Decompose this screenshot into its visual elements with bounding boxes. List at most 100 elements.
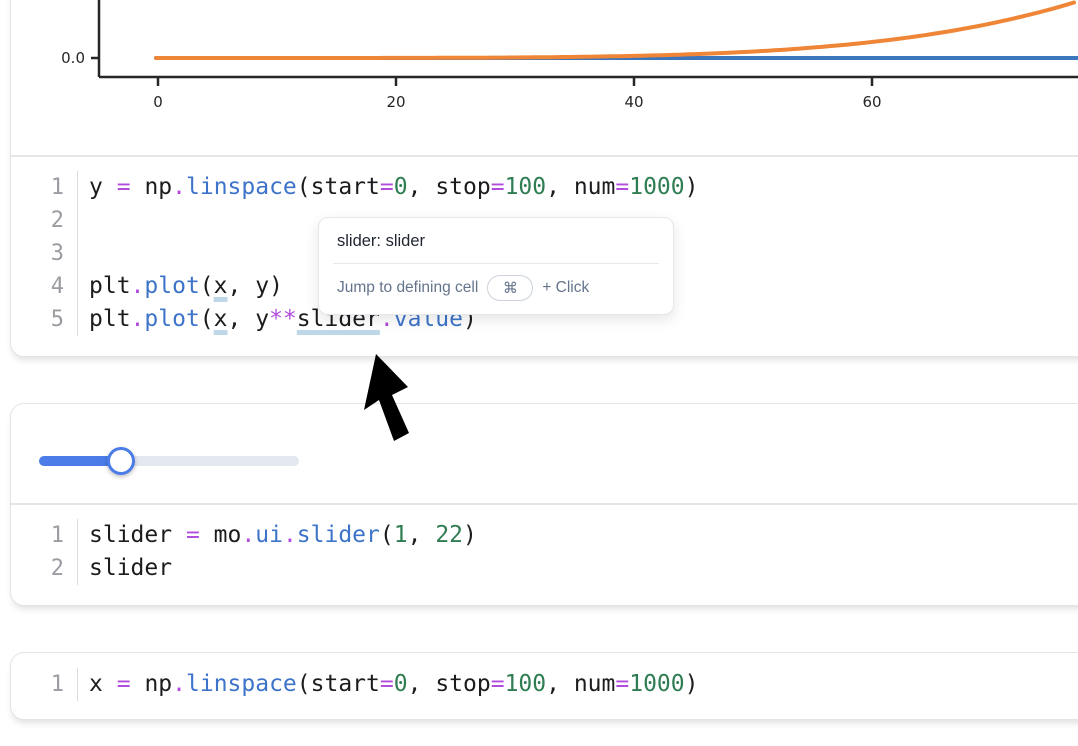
code-text[interactable] xyxy=(78,204,89,237)
code-token xyxy=(131,174,145,200)
code-token xyxy=(131,671,145,697)
plot-output: 0.0 0 20 40 60 xyxy=(11,0,1078,155)
code-token: plot xyxy=(144,273,199,299)
command-key-badge: ⌘ xyxy=(487,275,533,301)
code-token xyxy=(172,522,186,548)
x-tick-label: 20 xyxy=(386,93,405,111)
code-token xyxy=(200,522,214,548)
code-token: . xyxy=(172,671,186,697)
cell-slider: 1slider = mo.ui.slider(1, 22)2slider xyxy=(10,403,1078,606)
code-token: = xyxy=(491,671,505,697)
code-token: 0 xyxy=(394,671,408,697)
cell-x: 1x = np.linspace(start=0, stop=100, num=… xyxy=(10,652,1078,720)
code-token: , xyxy=(228,306,256,332)
line-number: 1 xyxy=(11,171,78,204)
code-token: 0 xyxy=(394,174,408,200)
code-token: start xyxy=(311,671,380,697)
code-token: slider xyxy=(89,522,172,548)
code-token: np xyxy=(144,671,172,697)
reactive-ref[interactable]: x xyxy=(214,306,228,332)
code-token xyxy=(103,671,117,697)
code-token: slider xyxy=(297,522,380,548)
line-number: 2 xyxy=(11,204,78,237)
code-line[interactable]: 1y = np.linspace(start=0, stop=100, num=… xyxy=(11,171,1078,204)
code-token: ) xyxy=(685,174,699,200)
code-text[interactable]: y = np.linspace(start=0, stop=100, num=1… xyxy=(78,171,698,204)
code-token: . xyxy=(131,306,145,332)
code-text[interactable]: slider xyxy=(78,552,172,585)
code-token: ** xyxy=(269,306,297,332)
code-token: y xyxy=(255,306,269,332)
code-token: ( xyxy=(297,671,311,697)
code-text[interactable] xyxy=(78,237,89,270)
code-token: plt xyxy=(89,273,131,299)
code-token: 1000 xyxy=(629,671,684,697)
code-token: num xyxy=(574,174,616,200)
line-number: 5 xyxy=(11,303,78,336)
code-token: = xyxy=(380,671,394,697)
slider-output xyxy=(11,404,1078,503)
code-token: = xyxy=(186,522,200,548)
code-token: stop xyxy=(435,174,490,200)
x-tick-label: 60 xyxy=(862,93,881,111)
y-tick-label: 0.0 xyxy=(61,49,85,67)
mouse-cursor-icon xyxy=(360,352,430,447)
code-token: , xyxy=(546,174,574,200)
code-token: , xyxy=(546,671,574,697)
code-token: , xyxy=(408,174,436,200)
code-token: , xyxy=(408,671,436,697)
click-hint-label: + Click xyxy=(542,279,589,297)
tooltip-jump-hint: Jump to defining cell ⌘ + Click xyxy=(319,264,673,314)
series-line-orange xyxy=(156,3,1074,59)
code-token: ) xyxy=(269,273,283,299)
code-token: ( xyxy=(200,273,214,299)
code-token: 100 xyxy=(505,671,547,697)
code-token: . xyxy=(172,174,186,200)
code-token: 22 xyxy=(435,522,463,548)
code-text[interactable]: plt.plot(x, y) xyxy=(78,270,283,303)
code-token: . xyxy=(131,273,145,299)
slider-widget[interactable] xyxy=(39,456,299,466)
line-number: 4 xyxy=(11,270,78,303)
code-token: y xyxy=(89,174,103,200)
code-line[interactable]: 1slider = mo.ui.slider(1, 22) xyxy=(11,519,1078,552)
line-number: 1 xyxy=(11,519,78,552)
code-token: ui xyxy=(255,522,283,548)
code-token: . xyxy=(241,522,255,548)
code-token: mo xyxy=(214,522,242,548)
code-token xyxy=(103,174,117,200)
code-token: np xyxy=(144,174,172,200)
code-token: ( xyxy=(380,522,394,548)
code-editor-x[interactable]: 1x = np.linspace(start=0, stop=100, num=… xyxy=(11,653,1078,719)
code-token: = xyxy=(491,174,505,200)
slider-handle[interactable] xyxy=(107,447,135,475)
code-token: , xyxy=(228,273,256,299)
code-token: ) xyxy=(685,671,699,697)
x-tick-label: 0 xyxy=(153,93,163,111)
code-editor-slider[interactable]: 1slider = mo.ui.slider(1, 22)2slider xyxy=(11,505,1078,605)
variable-tooltip: slider: slider Jump to defining cell ⌘ +… xyxy=(318,217,674,315)
code-token: stop xyxy=(435,671,490,697)
code-token: 1 xyxy=(394,522,408,548)
code-token: = xyxy=(117,671,131,697)
code-token: ( xyxy=(297,174,311,200)
code-line[interactable]: 2slider xyxy=(11,552,1078,585)
code-token: = xyxy=(117,174,131,200)
code-token: 100 xyxy=(505,174,547,200)
x-tick-label: 40 xyxy=(624,93,643,111)
code-token: num xyxy=(574,671,616,697)
code-text[interactable]: x = np.linspace(start=0, stop=100, num=1… xyxy=(78,668,698,701)
code-token: . xyxy=(283,522,297,548)
line-number: 3 xyxy=(11,237,78,270)
reactive-ref[interactable]: x xyxy=(214,273,228,299)
line-chart: 0.0 0 20 40 60 xyxy=(11,0,1078,155)
notebook-canvas: 0.00204060 1y = np.linspace(start=0, sto… xyxy=(0,0,1078,746)
code-token: plt xyxy=(89,306,131,332)
code-line[interactable]: 1x = np.linspace(start=0, stop=100, num=… xyxy=(11,668,1078,701)
code-token: = xyxy=(380,174,394,200)
code-token: 1000 xyxy=(629,174,684,200)
code-text[interactable]: slider = mo.ui.slider(1, 22) xyxy=(78,519,477,552)
code-token: plot xyxy=(144,306,199,332)
code-token: ) xyxy=(463,522,477,548)
code-token: x xyxy=(89,671,103,697)
